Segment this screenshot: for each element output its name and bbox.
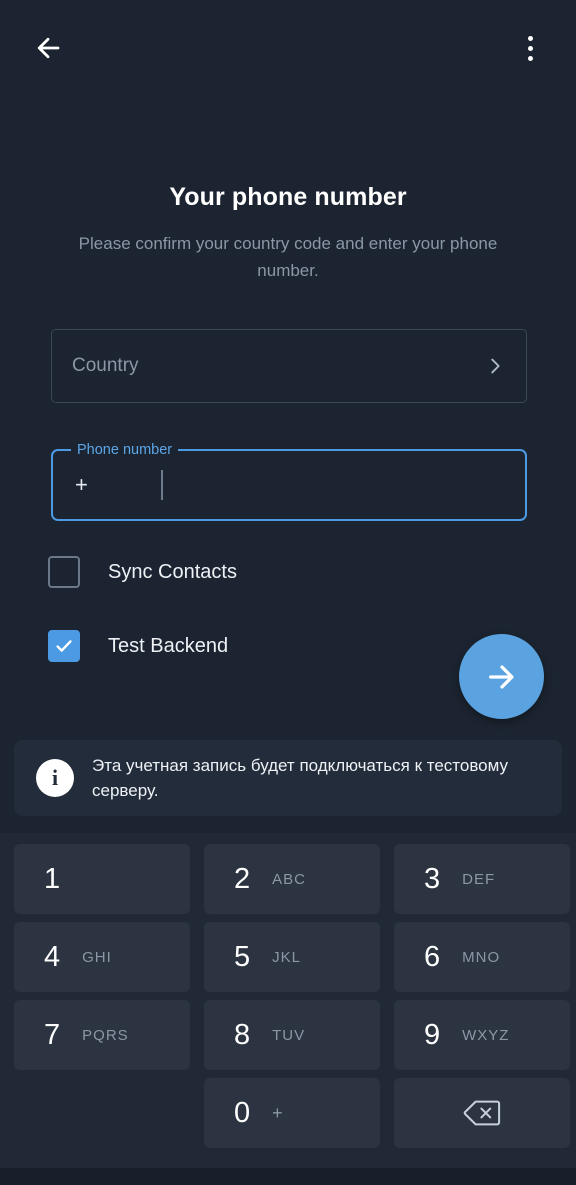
- more-vertical-icon-dot: [527, 55, 533, 61]
- key-6[interactable]: 6 MNO: [394, 922, 570, 992]
- key-letters: PQRS: [82, 1026, 129, 1044]
- next-fab-button[interactable]: [459, 634, 544, 719]
- test-backend-checkbox-row[interactable]: Test Backend: [48, 630, 228, 662]
- backspace-icon: [463, 1100, 501, 1126]
- arrow-right-icon: [488, 664, 514, 689]
- more-options-button[interactable]: [504, 22, 556, 74]
- country-placeholder: Country: [72, 355, 139, 376]
- phone-number-screen: Your phone number Please confirm your co…: [0, 0, 576, 1185]
- key-digit: 5: [234, 940, 251, 973]
- key-digit: 9: [424, 1018, 441, 1051]
- key-digit: 0: [234, 1096, 251, 1129]
- text-caret: [161, 470, 163, 500]
- test-backend-label: Test Backend: [108, 634, 229, 657]
- key-digit: 7: [44, 1018, 61, 1051]
- more-vertical-icon-dot: [527, 35, 533, 41]
- key-digit: 8: [234, 1018, 251, 1051]
- numeric-keypad: 1 2 ABC 3 DEF 4 GHI 5 JKL 6 MNO 7 PQRS 8…: [0, 833, 576, 1168]
- key-5[interactable]: 5 JKL: [204, 922, 380, 992]
- chevron-right-icon: [484, 355, 506, 377]
- key-letters: TUV: [272, 1026, 306, 1044]
- phone-number-label: Phone number: [71, 440, 179, 460]
- banner-message: Эта учетная запись будет подключаться к …: [92, 756, 509, 800]
- country-selector[interactable]: Country: [51, 329, 527, 403]
- key-letters: GHI: [82, 948, 112, 966]
- key-digit: 4: [44, 940, 61, 973]
- key-letters: WXYZ: [462, 1026, 510, 1044]
- app-bar: [0, 0, 576, 96]
- keypad-row: 0 +: [0, 1078, 576, 1148]
- key-8[interactable]: 8 TUV: [204, 1000, 380, 1070]
- back-button[interactable]: [22, 22, 74, 74]
- key-letters: JKL: [272, 948, 301, 966]
- key-spacer: [14, 1078, 190, 1148]
- key-0[interactable]: 0 +: [204, 1078, 380, 1148]
- sync-contacts-label: Sync Contacts: [108, 560, 237, 583]
- key-letters: MNO: [462, 948, 501, 966]
- key-digit: 6: [424, 940, 441, 973]
- checkbox-checked-icon[interactable]: [48, 630, 80, 662]
- key-digit: 1: [44, 862, 61, 895]
- key-4[interactable]: 4 GHI: [14, 922, 190, 992]
- keypad-row: 1 2 ABC 3 DEF: [0, 844, 576, 914]
- key-7[interactable]: 7 PQRS: [14, 1000, 190, 1070]
- key-letters: DEF: [462, 870, 496, 888]
- key-1[interactable]: 1: [14, 844, 190, 914]
- info-icon: i: [36, 759, 74, 797]
- key-digit: 2: [234, 862, 251, 895]
- test-server-info-banner: i Эта учетная запись будет подключаться …: [14, 740, 562, 816]
- keypad-row: 7 PQRS 8 TUV 9 WXYZ: [0, 1000, 576, 1070]
- phone-prefix: +: [75, 472, 88, 497]
- arrow-left-icon: [37, 37, 60, 59]
- page-title: Your phone number: [169, 183, 407, 211]
- keypad-row: 4 GHI 5 JKL 6 MNO: [0, 922, 576, 992]
- page-subtitle: Please confirm your country code and ent…: [78, 234, 498, 280]
- system-navigation-strip: [0, 1168, 576, 1185]
- key-plus-label: +: [272, 1102, 283, 1123]
- key-letters: ABC: [272, 870, 306, 888]
- checkbox-unchecked-icon[interactable]: [48, 556, 80, 588]
- more-vertical-icon-dot: [527, 45, 533, 51]
- sync-contacts-checkbox-row[interactable]: Sync Contacts: [48, 556, 237, 588]
- key-2[interactable]: 2 ABC: [204, 844, 380, 914]
- phone-number-field[interactable]: Phone number +: [51, 440, 527, 521]
- key-9[interactable]: 9 WXYZ: [394, 1000, 570, 1070]
- key-digit: 3: [424, 862, 441, 895]
- key-3[interactable]: 3 DEF: [394, 844, 570, 914]
- key-backspace[interactable]: [394, 1078, 570, 1148]
